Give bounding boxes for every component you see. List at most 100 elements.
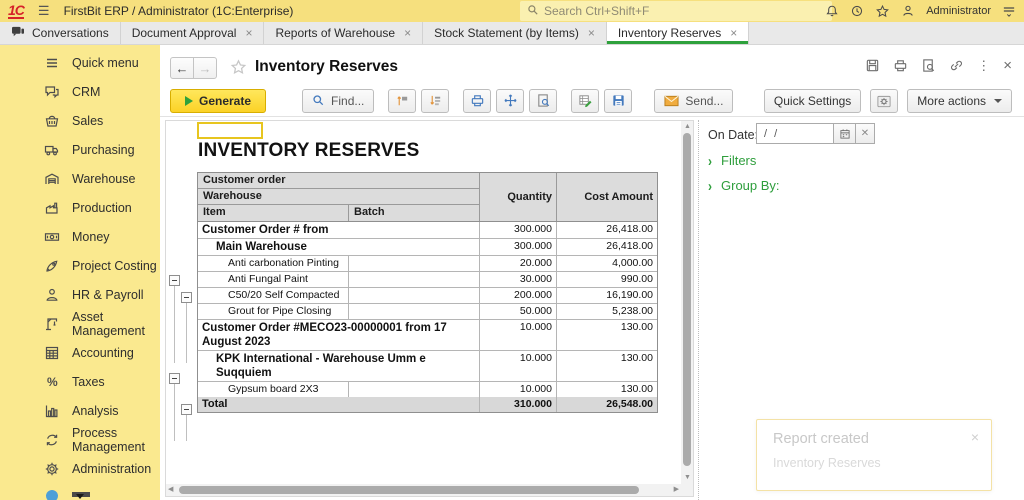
total-quantity: 310.000 xyxy=(480,397,557,412)
sidebar-item-project-costing[interactable]: Project Costing xyxy=(0,251,160,280)
tab-reports-of-warehouse[interactable]: Reports of Warehouse × xyxy=(264,22,424,44)
edit-spreadsheet-button[interactable] xyxy=(571,88,600,113)
print-icon[interactable] xyxy=(893,58,908,73)
group-by-toggle[interactable]: › Group By: xyxy=(708,177,780,194)
clear-date-icon[interactable]: ✕ xyxy=(856,123,875,144)
item-row-label: C50/20 Self Compacted xyxy=(198,288,349,303)
sidebar-item-analysis[interactable]: Analysis xyxy=(0,396,160,425)
save-icon[interactable] xyxy=(865,58,880,73)
tab-close-icon[interactable]: × xyxy=(404,26,411,40)
table-header: Customer order Warehouse Item Batch Quan… xyxy=(198,173,657,222)
tab-close-icon[interactable]: × xyxy=(245,26,252,40)
notification-toast[interactable]: Report created × Inventory Reserves xyxy=(756,419,992,491)
percent-icon: % xyxy=(44,374,60,390)
report-spreadsheet[interactable]: INVENTORY RESERVES Customer order Wareho… xyxy=(165,120,694,497)
sidebar-scroll-down-icon[interactable] xyxy=(76,494,84,499)
collapse-group-button[interactable] xyxy=(181,292,192,303)
more-actions-button[interactable]: More actions xyxy=(907,89,1012,113)
tab-stock-statement-by-items[interactable]: Stock Statement (by Items) × xyxy=(423,22,607,44)
collapse-group-button[interactable] xyxy=(169,373,180,384)
table-row[interactable]: Customer Order # from 300.000 26,418.00 xyxy=(198,222,657,239)
table-row[interactable]: Gypsum board 2X3 10.000 130.00 xyxy=(198,382,657,397)
banknote-icon xyxy=(44,229,60,245)
back-button[interactable]: ← xyxy=(170,57,194,79)
vertical-scrollbar[interactable]: ▲ ▼ xyxy=(681,121,693,484)
calendar-icon[interactable] xyxy=(834,123,856,144)
batch-cell xyxy=(349,288,480,303)
generate-button[interactable]: Generate xyxy=(170,88,267,113)
service-menu-icon[interactable] xyxy=(1002,5,1016,17)
current-user-label[interactable]: Administrator xyxy=(926,5,991,17)
tab-close-icon[interactable]: × xyxy=(730,26,737,40)
report-table: Customer order Warehouse Item Batch Quan… xyxy=(197,172,658,413)
table-row[interactable]: Grout for Pipe Closing 50.000 5,238.00 xyxy=(198,304,657,320)
find-button[interactable]: Find... xyxy=(302,88,375,113)
collapse-groups-icon xyxy=(397,96,408,106)
group-by-label: Group By: xyxy=(721,178,780,193)
sidebar-item-production[interactable]: Production xyxy=(0,193,160,222)
sidebar-item-label: Process Management xyxy=(72,425,145,454)
group-row-label: Customer Order # from xyxy=(198,222,480,238)
tab-close-icon[interactable]: × xyxy=(588,26,595,40)
selected-cell[interactable] xyxy=(197,122,263,139)
global-search-input[interactable]: Search Ctrl+Shift+F xyxy=(520,1,832,21)
vertical-scroll-thumb[interactable] xyxy=(683,133,691,466)
main-menu-icon[interactable]: ☰ xyxy=(38,3,50,19)
forward-button[interactable]: → xyxy=(193,57,217,79)
sidebar-item-sales[interactable]: Sales xyxy=(0,106,160,135)
horizontal-scroll-thumb[interactable] xyxy=(179,486,639,494)
history-icon[interactable] xyxy=(850,4,864,18)
sidebar-item-hr-payroll[interactable]: HR & Payroll xyxy=(0,280,160,309)
get-link-icon[interactable] xyxy=(949,58,964,73)
tab-document-approval[interactable]: Document Approval × xyxy=(121,22,265,44)
report-settings-button[interactable] xyxy=(870,89,899,113)
table-row[interactable]: Anti Fungal Paint 30.000 990.00 xyxy=(198,272,657,288)
collapse-group-button[interactable] xyxy=(169,275,180,286)
favorite-star-icon[interactable] xyxy=(230,59,247,79)
sidebar-item-process-management[interactable]: Process Management xyxy=(0,425,160,454)
tab-bar: Conversations Document Approval × Reports o… xyxy=(0,22,1024,45)
tree-connector-line xyxy=(174,417,175,441)
table-row[interactable]: C50/20 Self Compacted 200.000 16,190.00 xyxy=(198,288,657,304)
sidebar-item-accounting[interactable]: Accounting xyxy=(0,338,160,367)
on-date-input[interactable]: / / xyxy=(756,123,834,144)
table-row[interactable]: Anti carbonation Pinting 20.000 4,000.00 xyxy=(198,256,657,272)
table-row[interactable]: Main Warehouse 300.000 26,418.00 xyxy=(198,239,657,256)
tab-inventory-reserves[interactable]: Inventory Reserves × xyxy=(606,22,750,44)
filters-toggle[interactable]: › Filters xyxy=(708,152,756,169)
collapse-groups-button[interactable] xyxy=(388,88,417,113)
sidebar-item-administration[interactable]: Administration xyxy=(0,454,160,483)
total-row[interactable]: Total 310.000 26,548.00 xyxy=(198,397,657,412)
favorites-star-icon[interactable] xyxy=(875,4,890,19)
preview-icon[interactable] xyxy=(921,58,936,73)
sidebar-item-taxes[interactable]: % Taxes xyxy=(0,367,160,396)
sidebar-item-label: Administration xyxy=(72,461,152,476)
search-icon xyxy=(313,95,324,106)
quick-settings-button[interactable]: Quick Settings xyxy=(763,89,862,113)
table-row[interactable]: KPK International - Warehouse Umm e Suqq… xyxy=(198,351,657,382)
sidebar-item-warehouse[interactable]: Warehouse xyxy=(0,164,160,193)
sidebar-item-asset-management[interactable]: Asset Management xyxy=(0,309,160,338)
sidebar-item-quick-menu[interactable]: Quick menu xyxy=(0,48,160,77)
sidebar-item-money[interactable]: Money xyxy=(0,222,160,251)
send-button[interactable]: Send... xyxy=(654,88,734,113)
notifications-bell-icon[interactable] xyxy=(825,4,839,18)
user-icon[interactable] xyxy=(901,4,915,18)
expand-groups-button[interactable] xyxy=(421,88,450,113)
more-menu-icon[interactable]: ⋮ xyxy=(977,58,990,74)
close-icon[interactable]: × xyxy=(1003,57,1012,74)
sidebar-item-crm[interactable]: CRM xyxy=(0,77,160,106)
sidebar-item-purchasing[interactable]: Purchasing xyxy=(0,135,160,164)
sidebar-item-label: Warehouse xyxy=(72,171,136,186)
horizontal-scrollbar[interactable]: ◀ ▶ xyxy=(166,484,681,496)
print-report-button[interactable] xyxy=(463,88,492,113)
cycle-icon xyxy=(44,432,60,448)
tab-conversations[interactable]: Conversations xyxy=(0,22,121,44)
collapse-group-button[interactable] xyxy=(181,404,192,415)
table-row[interactable]: Customer Order #MECO23-00000001 from 17 … xyxy=(198,320,657,351)
print-preview-button[interactable] xyxy=(529,88,558,113)
fit-page-button[interactable] xyxy=(496,88,525,113)
on-date-label: On Date: xyxy=(708,128,759,142)
save-report-button[interactable] xyxy=(604,88,633,113)
notification-close-icon[interactable]: × xyxy=(971,429,979,445)
